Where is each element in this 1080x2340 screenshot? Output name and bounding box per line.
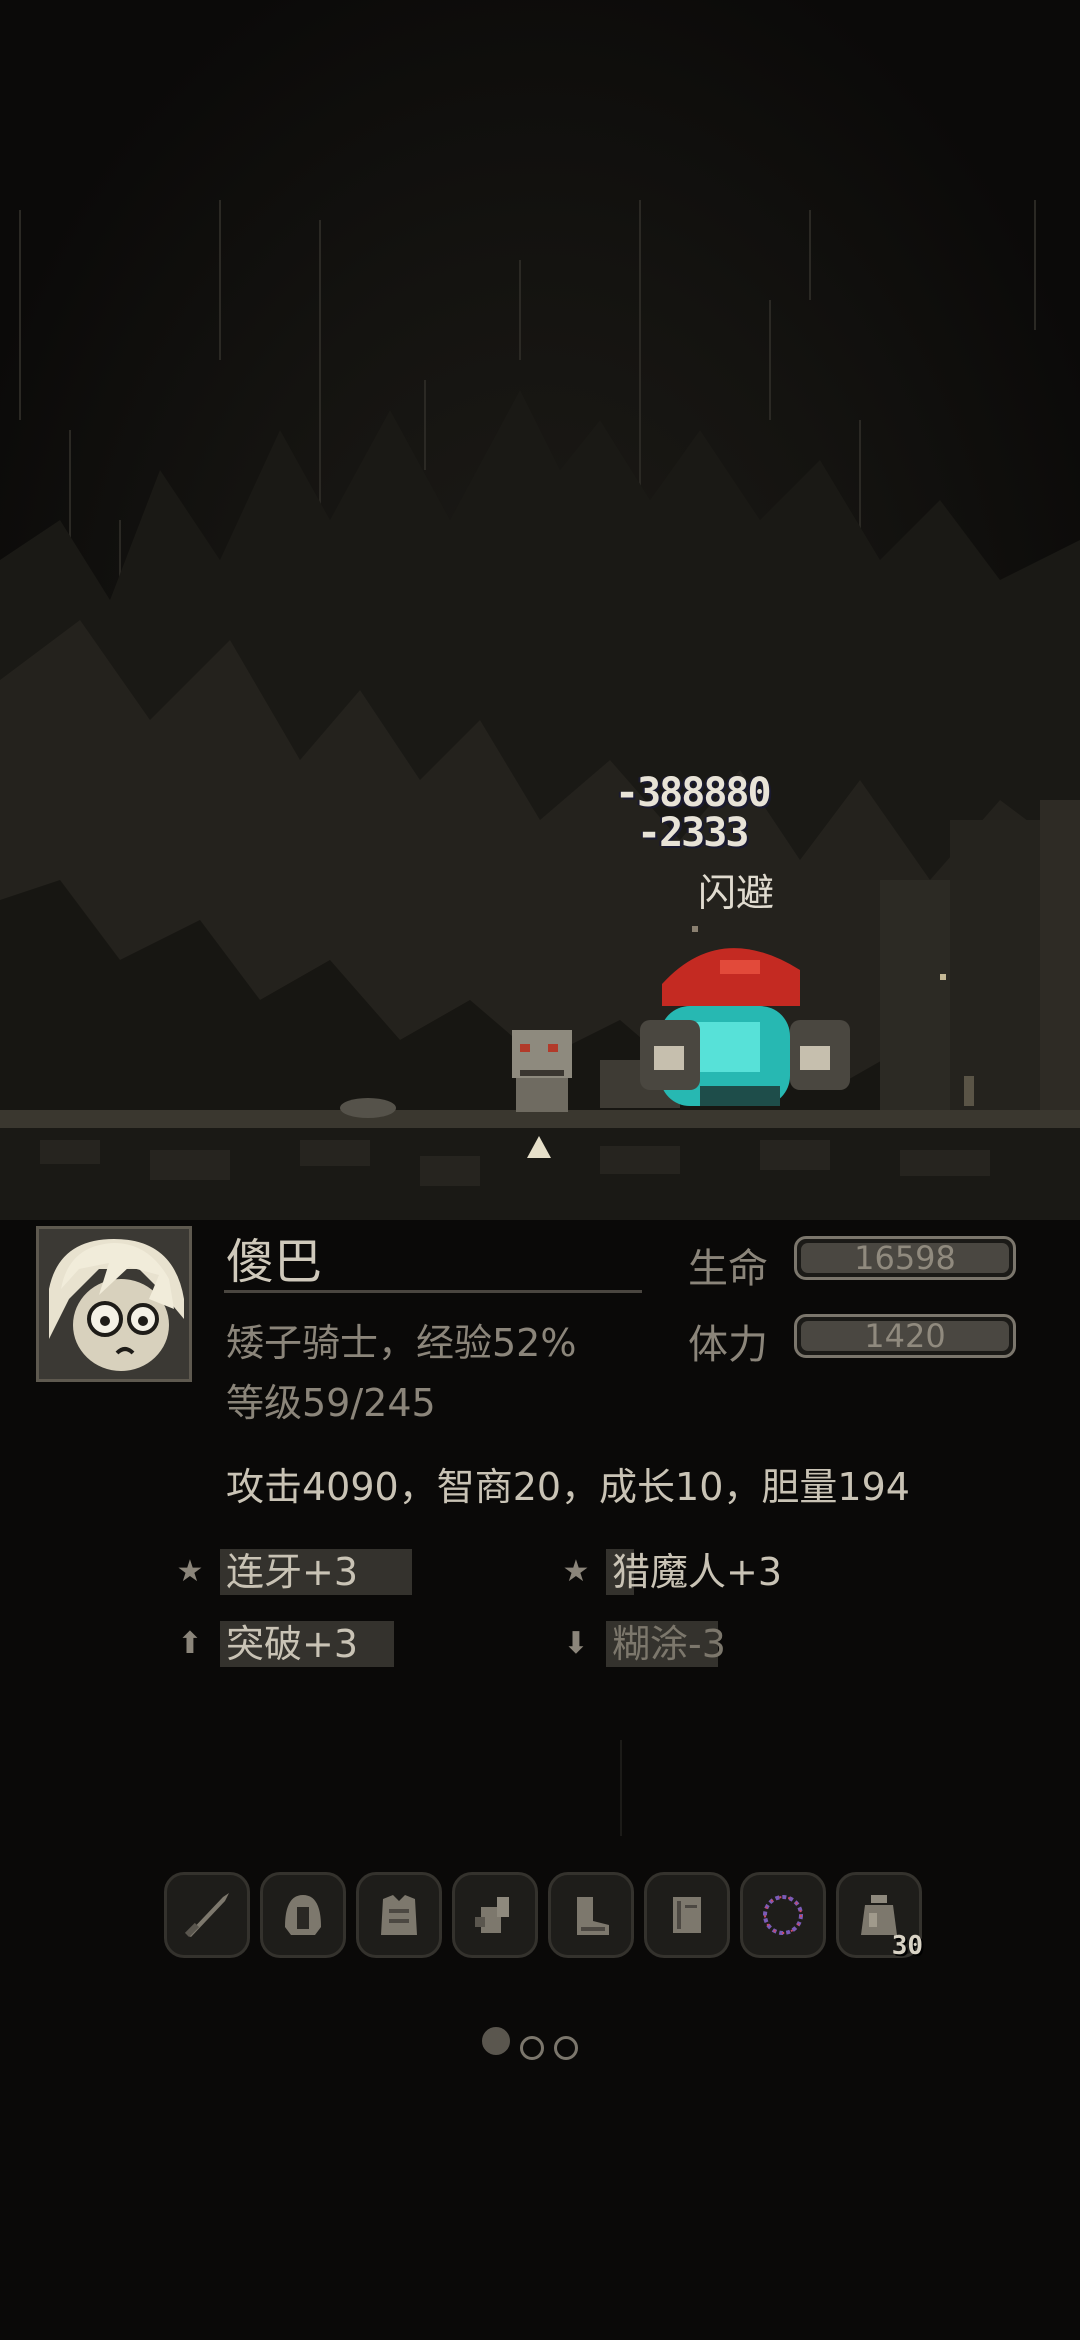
trait-label: 突破+3 — [220, 1621, 394, 1667]
trait-label: 猎魔人+3 — [606, 1549, 789, 1595]
stamina-value: 1420 — [864, 1317, 946, 1355]
trait-item[interactable]: ⬇ 糊涂-3 — [558, 1621, 732, 1667]
page-dot-2[interactable] — [520, 2036, 544, 2060]
face-icon — [39, 1229, 189, 1379]
equipment-slot-necklace[interactable] — [740, 1872, 826, 1958]
attributes-line: 攻击4090，智商20，成长10，胆量194 — [226, 1465, 910, 1509]
equipment-slot-item[interactable]: 30 — [836, 1872, 923, 1961]
name-divider — [224, 1290, 642, 1293]
character-portrait[interactable] — [36, 1226, 192, 1382]
helmet-icon — [285, 1895, 321, 1935]
character-level: 等级59/245 — [226, 1381, 436, 1425]
star-icon: ★ — [562, 1554, 590, 1589]
damage-number-2: -2333 — [637, 810, 749, 856]
trait-item[interactable]: ⬆ 突破+3 — [172, 1621, 394, 1667]
enemy-sprite — [512, 1030, 572, 1112]
item-count: 30 — [891, 1931, 923, 1961]
page-dot-1[interactable] — [482, 2027, 510, 2055]
position-marker-icon — [527, 1136, 551, 1158]
equipment-bar: 30 — [164, 1872, 923, 1961]
trait-label: 连牙+3 — [220, 1549, 412, 1595]
hp-bar-fill: 16598 — [801, 1239, 1009, 1277]
page-indicator — [482, 2027, 578, 2060]
equipment-slot-gloves[interactable] — [452, 1872, 538, 1958]
equipment-slot-book[interactable] — [644, 1872, 730, 1958]
game-screen: -388880 -2333 闪避 傻巴 矮子骑士，经验52% 等级59/245 … — [0, 0, 1080, 2340]
page-dot-3[interactable] — [554, 2036, 578, 2060]
boots-icon — [577, 1897, 609, 1935]
arrow-down-icon: ⬇ — [563, 1626, 589, 1661]
equipment-slot-armor[interactable] — [356, 1872, 442, 1958]
trait-item[interactable]: ★ 猎魔人+3 — [558, 1549, 789, 1595]
sword-icon — [184, 1893, 229, 1938]
trait-label: 糊涂-3 — [606, 1621, 732, 1667]
equipment-slot-weapon[interactable] — [164, 1872, 250, 1958]
stamina-label: 体力 — [688, 1322, 768, 1368]
character-name: 傻巴 — [226, 1234, 323, 1290]
stamina-bar: 1420 — [794, 1314, 1016, 1358]
armor-icon — [381, 1895, 417, 1935]
hp-bar: 16598 — [794, 1236, 1016, 1280]
book-icon — [673, 1897, 701, 1933]
equipment-slot-boots[interactable] — [548, 1872, 634, 1958]
trait-item[interactable]: ★ 连牙+3 — [172, 1549, 412, 1595]
arrow-up-icon: ⬆ — [177, 1626, 203, 1661]
dodge-text: 闪避 — [698, 871, 775, 915]
hp-value: 16598 — [854, 1239, 956, 1277]
necklace-icon — [763, 1895, 803, 1935]
hp-label: 生命 — [688, 1246, 768, 1292]
battle-scene: -388880 -2333 闪避 — [0, 0, 1080, 1220]
star-icon: ★ — [176, 1554, 204, 1589]
stamina-bar-fill: 1420 — [801, 1317, 1009, 1355]
cave-background — [0, 200, 1080, 1220]
gauntlet-icon — [475, 1897, 509, 1933]
character-class-exp: 矮子骑士，经验52% — [226, 1321, 577, 1365]
divider — [620, 1740, 622, 1836]
equipment-slot-helmet[interactable] — [260, 1872, 346, 1958]
